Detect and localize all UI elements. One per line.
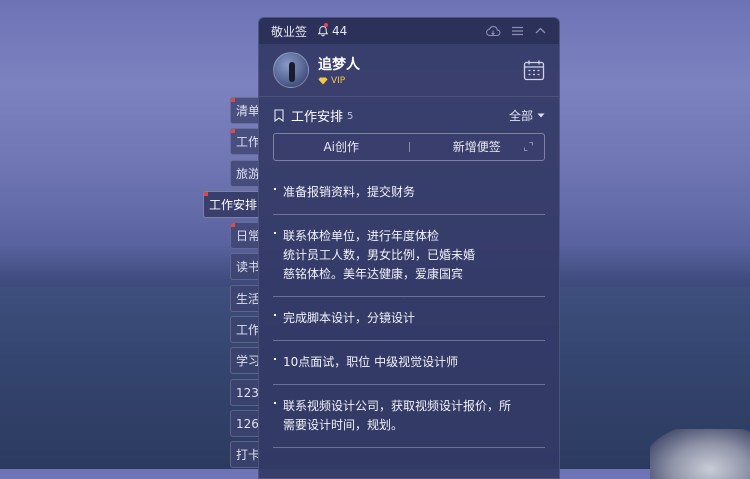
filter-dropdown[interactable]: 全部 [509, 107, 545, 124]
tab-123[interactable]: 123 [230, 378, 260, 406]
note-item[interactable]: 准备报销资料，提交财务 [273, 175, 545, 215]
tab-gongzuo-anpai[interactable]: 工作安排 [203, 190, 260, 218]
tab-label: 清单 [236, 104, 260, 118]
bell-icon [317, 25, 329, 37]
notification-button[interactable]: 44 [317, 23, 348, 38]
note-line: 10点面试，职位 中级视觉设计师 [273, 353, 545, 372]
tab-label: 工作 [236, 135, 260, 150]
note-item[interactable]: 10点面试，职位 中级视觉设计师 [273, 341, 545, 385]
tab-gongzuo[interactable]: 工作 [230, 128, 260, 156]
note-line: 慈铭体检。美年达健康，爱康国宾 [283, 267, 464, 281]
cloud-sync-icon[interactable] [485, 25, 501, 37]
caret-down-icon [537, 113, 545, 117]
tab-richang[interactable]: 日常 [230, 222, 260, 250]
note-line: 联系视频设计公司，获取视频设计报价，所 [273, 397, 545, 416]
unread-dot [231, 129, 235, 134]
category-tabs: 清单 工作 旅游 工作安排 日常 读书 生活 工作 学习 123 126 打卡 [203, 97, 260, 473]
tab-label: 生活 [236, 291, 260, 306]
unread-dot [231, 98, 235, 102]
vip-label: VIP [331, 76, 346, 86]
wallpaper-rock [650, 429, 750, 479]
tab-qingdan[interactable]: 清单 [230, 97, 260, 124]
note-item[interactable]: 完成脚本设计，分镜设计 [273, 297, 545, 341]
tab-label: 123 [236, 385, 259, 400]
username: 追梦人 [318, 57, 360, 73]
app-name: 敬业签 [271, 24, 308, 39]
calendar-button[interactable] [523, 59, 545, 81]
avatar[interactable] [273, 52, 309, 88]
tab-label: 学习 [236, 354, 260, 369]
unread-dot [204, 191, 208, 196]
tab-label: 126 [236, 416, 259, 431]
tab-xuexi[interactable]: 学习 [230, 347, 260, 375]
collapse-chevron-icon[interactable] [534, 25, 547, 37]
tab-lvyou[interactable]: 旅游 [230, 159, 260, 187]
bookmark-icon [274, 108, 284, 122]
tab-label: 打卡 [236, 448, 260, 463]
tab-gongzuo-2[interactable]: 工作 [230, 316, 260, 344]
tab-label: 读书 [236, 260, 260, 275]
menu-icon[interactable] [511, 25, 524, 37]
tab-label: 旅游 [236, 166, 260, 181]
note-line: 统计员工人数，男女比例，已婚未婚 [283, 248, 476, 262]
expand-icon[interactable] [523, 141, 534, 152]
tab-dushu[interactable]: 读书 [230, 253, 260, 281]
calendar-icon [523, 60, 545, 81]
tab-label: 日常 [236, 229, 260, 244]
vip-badge: VIP [318, 76, 360, 86]
note-item[interactable]: 联系视频设计公司，获取视频设计报价，所 需要设计时间，规划。 [273, 385, 545, 448]
note-line: 完成脚本设计，分镜设计 [273, 309, 545, 328]
ai-create-button[interactable]: Ai创作 [274, 134, 409, 160]
user-profile: 追梦人 VIP [259, 44, 559, 97]
notification-count: 44 [332, 24, 348, 38]
filter-label: 全部 [508, 108, 533, 123]
notification-dot [324, 23, 329, 27]
action-bar: Ai创作 新增便签 [273, 133, 545, 161]
section-title: 工作安排 [291, 109, 344, 125]
titlebar: 敬业签 44 [259, 18, 559, 44]
tab-label: 工作安排 [209, 197, 258, 212]
notes-list: 准备报销资料，提交财务 联系体检单位，进行年度体检 统计员工人数，男女比例，已婚… [259, 175, 559, 448]
note-item[interactable]: 联系体检单位，进行年度体检 统计员工人数，男女比例，已婚未婚 慈铭体检。美年达健… [273, 215, 545, 297]
tab-shenghuo[interactable]: 生活 [230, 284, 260, 312]
note-line: 需要设计时间，规划。 [283, 418, 404, 432]
section-count: 5 [347, 111, 354, 122]
unread-dot [231, 223, 235, 228]
tab-label: 工作 [236, 323, 260, 338]
tab-126[interactable]: 126 [230, 409, 260, 437]
tab-daka[interactable]: 打卡 [230, 441, 260, 469]
notes-panel: 敬业签 44 追梦人 VIP 工作安排 5 全部 Ai创作 新增便签 准备报销资… [258, 17, 560, 479]
section-header: 工作安排 5 全部 [259, 97, 559, 133]
diamond-icon [318, 77, 328, 85]
note-line: 联系体检单位，进行年度体检 [273, 227, 545, 246]
note-line: 准备报销资料，提交财务 [273, 183, 545, 202]
